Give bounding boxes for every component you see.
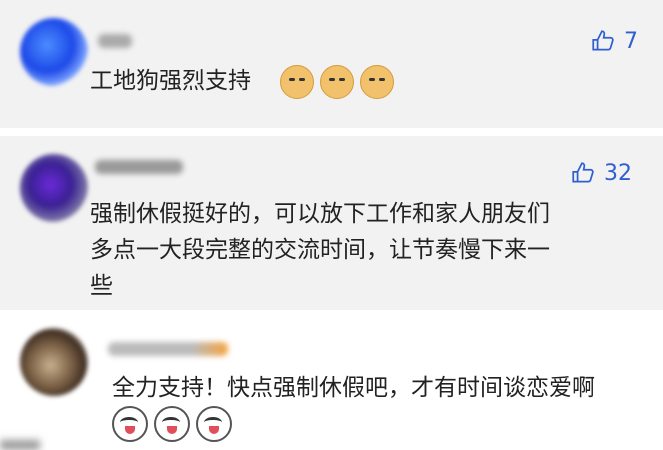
doge-emoji-icon [280, 65, 314, 99]
comment-text: 全力支持！快点强制休假吧，才有时间谈恋爱啊 [112, 370, 595, 406]
comment-text-line: 些 [90, 273, 113, 299]
doge-emoji-icon [360, 65, 394, 99]
emoji-row [280, 65, 394, 99]
avatar[interactable] [20, 18, 88, 86]
comment-text: 工地狗强烈支持 [90, 63, 251, 99]
dog-emoji-icon [154, 406, 190, 442]
comment-text-line: 工地狗强烈支持 [90, 68, 251, 94]
dog-emoji-icon [196, 406, 232, 442]
avatar[interactable] [20, 154, 88, 222]
comment-text: 强制休假挺好的，可以放下工作和家人朋友们 多点一大段完整的交流时间，让节奏慢下来… [90, 196, 550, 304]
comment-text-line: 全力支持！快点强制休假吧，才有时间谈恋爱啊 [112, 375, 595, 401]
avatar[interactable] [20, 328, 88, 396]
like-count: 7 [624, 28, 638, 54]
like-count: 32 [604, 160, 632, 186]
thumbs-up-icon [572, 162, 594, 183]
like-button[interactable]: 32 [570, 160, 632, 186]
comment-text-line: 多点一大段完整的交流时间，让节奏慢下来一 [90, 237, 550, 263]
blurred-content-bottom [0, 440, 40, 450]
comment-item[interactable]: 32 强制休假挺好的，可以放下工作和家人朋友们 多点一大段完整的交流时间，让节奏… [0, 136, 663, 310]
thumbs-up-icon [592, 30, 614, 51]
comment-item[interactable]: 全力支持！快点强制休假吧，才有时间谈恋爱啊 [0, 310, 663, 450]
username-blurred[interactable] [98, 34, 132, 48]
username-blurred[interactable] [95, 160, 183, 174]
like-button[interactable]: 7 [590, 28, 638, 54]
emoji-row [112, 406, 232, 442]
comment-divider [0, 128, 663, 136]
comment-item[interactable]: 7 工地狗强烈支持 [0, 0, 663, 128]
username-blurred[interactable] [108, 342, 228, 356]
dog-emoji-icon [112, 406, 148, 442]
doge-emoji-icon [320, 65, 354, 99]
comment-text-line: 强制休假挺好的，可以放下工作和家人朋友们 [90, 201, 550, 227]
